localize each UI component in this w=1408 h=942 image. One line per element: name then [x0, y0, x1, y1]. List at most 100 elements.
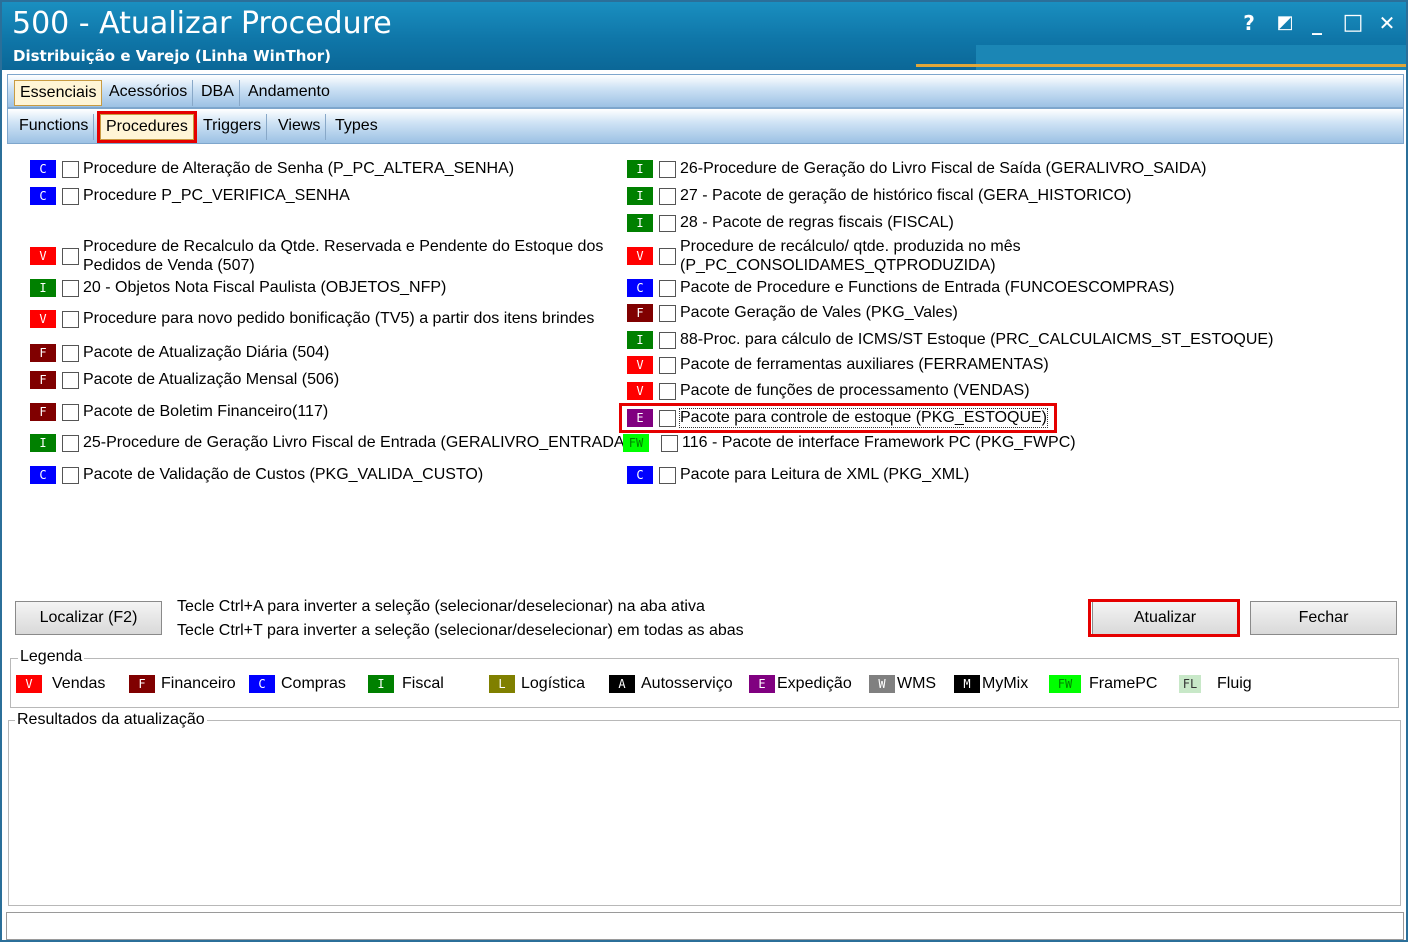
item-label-line2: (P_PC_CONSOLIDAMES_QTPRODUZIDA) — [680, 257, 996, 274]
list-item: C Pacote de Procedure e Functions de Ent… — [627, 277, 1174, 299]
item-checkbox[interactable] — [659, 356, 676, 374]
item-checkbox[interactable] — [659, 214, 676, 232]
item-checkbox[interactable] — [62, 434, 79, 452]
atualizar-button[interactable]: Atualizar — [1092, 601, 1238, 635]
list-item: C Pacote de Validação de Custos (PKG_VAL… — [30, 464, 483, 486]
item-checkbox[interactable] — [62, 247, 79, 265]
tab-triggers[interactable]: Triggers — [198, 114, 268, 140]
tab-dba[interactable]: DBA — [196, 80, 240, 106]
item-checkbox[interactable] — [659, 279, 676, 297]
item-checkbox[interactable] — [659, 382, 676, 400]
item-checkbox[interactable] — [62, 344, 79, 362]
item-label: 25-Procedure de Geração Livro Fiscal de … — [83, 434, 630, 451]
item-checkbox[interactable] — [659, 466, 676, 484]
legend-item: I Fiscal — [368, 674, 444, 694]
item-label: Pacote de Procedure e Functions de Entra… — [680, 279, 1175, 296]
legend-item: C Compras — [249, 674, 346, 694]
list-item: V Procedure de Recalculo da Qtde. Reserv… — [30, 236, 603, 276]
expedicao-badge: E — [749, 675, 775, 693]
list-item: I 27 - Pacote de geração de histórico fi… — [627, 185, 1131, 207]
list-item: V Procedure para novo pedido bonificação… — [30, 308, 594, 330]
compras-badge: C — [30, 160, 56, 178]
tab-essenciais[interactable]: Essenciais — [14, 80, 103, 106]
tab-functions[interactable]: Functions — [14, 114, 95, 140]
legend-label: FramePC — [1089, 675, 1158, 692]
financeiro-badge: F — [30, 403, 56, 421]
item-checkbox[interactable] — [659, 187, 676, 205]
financeiro-badge: F — [129, 675, 155, 693]
legend-item: W WMS — [869, 674, 936, 694]
minimize-icon[interactable]: _ — [1304, 10, 1330, 36]
legend-item: V Vendas — [16, 674, 105, 694]
fluig-badge: FL — [1179, 675, 1201, 693]
item-label: Procedure de recálculo/ qtde. produzida … — [680, 237, 1021, 275]
legend-item: M MyMix — [954, 674, 1028, 694]
item-label: Procedure para novo pedido bonificação (… — [83, 310, 595, 327]
list-item: C Procedure de Alteração de Senha (P_PC_… — [30, 158, 514, 180]
close-icon[interactable]: ✕ — [1374, 10, 1400, 36]
logistica-badge: L — [489, 675, 515, 693]
item-checkbox[interactable] — [661, 434, 678, 452]
item-label: Procedure de Alteração de Senha (P_PC_AL… — [83, 160, 515, 177]
help-icon[interactable]: ? — [1236, 10, 1262, 36]
window-title: 500 - Atualizar Procedure — [12, 6, 392, 41]
fiscal-badge: I — [627, 160, 653, 178]
list-item: I 26-Procedure de Geração do Livro Fisca… — [627, 158, 1206, 180]
item-label: 116 - Pacote de interface Framework PC (… — [682, 434, 1076, 451]
item-label: Procedure de Recalculo da Qtde. Reservad… — [83, 237, 603, 275]
tab-andamento[interactable]: Andamento — [243, 80, 335, 106]
item-label: Pacote Geração de Vales (PKG_Vales) — [680, 304, 958, 321]
list-item: C Pacote para Leitura de XML (PKG_XML) — [627, 464, 969, 486]
item-checkbox[interactable] — [62, 371, 79, 389]
localizar-button[interactable]: Localizar (F2) — [15, 601, 162, 635]
hint-ctrl-t: Tecle Ctrl+T para inverter a seleção (se… — [177, 622, 744, 639]
financeiro-badge: F — [30, 344, 56, 362]
item-checkbox[interactable] — [62, 310, 79, 328]
fiscal-badge: I — [30, 434, 56, 452]
wms-badge: W — [869, 675, 895, 693]
item-checkbox[interactable] — [62, 403, 79, 421]
item-label: Pacote de Boletim Financeiro(117) — [83, 403, 329, 420]
legend-item: F Financeiro — [129, 674, 236, 694]
item-label: 88-Proc. para cálculo de ICMS/ST Estoque… — [680, 331, 1274, 348]
tab-views[interactable]: Views — [273, 114, 327, 140]
list-item: F Pacote de Boletim Financeiro(117) — [30, 401, 328, 423]
item-checkbox[interactable] — [62, 187, 79, 205]
tab-acessorios[interactable]: Acessórios — [104, 80, 194, 106]
restore-icon[interactable]: ◩ — [1272, 10, 1298, 36]
list-item: V Pacote de ferramentas auxiliares (FERR… — [627, 354, 1049, 376]
item-checkbox[interactable] — [659, 331, 676, 349]
title-bar: 500 - Atualizar Procedure Distribuição e… — [2, 2, 1406, 70]
list-item: I 25-Procedure de Geração Livro Fiscal d… — [30, 432, 630, 454]
item-label: Pacote de Atualização Mensal (506) — [83, 371, 340, 388]
tab-types[interactable]: Types — [330, 114, 383, 140]
list-item: F Pacote de Atualização Diária (504) — [30, 342, 329, 364]
item-checkbox[interactable] — [62, 160, 79, 178]
item-checkbox[interactable] — [659, 247, 676, 265]
fechar-button[interactable]: Fechar — [1250, 601, 1397, 635]
item-checkbox[interactable] — [659, 160, 676, 178]
maximize-icon[interactable]: □ — [1340, 10, 1366, 36]
hint-ctrl-a: Tecle Ctrl+A para inverter a seleção (se… — [177, 598, 705, 615]
item-label: 28 - Pacote de regras fiscais (FISCAL) — [680, 214, 954, 231]
item-checkbox[interactable] — [659, 409, 676, 427]
procedures-panel: C Procedure de Alteração de Senha (P_PC_… — [7, 144, 1404, 652]
item-label-line1: Procedure de recálculo/ qtde. produzida … — [680, 238, 1021, 255]
autosservico-badge: A — [609, 675, 635, 693]
item-checkbox[interactable] — [62, 279, 79, 297]
tab-procedures[interactable]: Procedures — [97, 111, 197, 143]
legend-item: L Logística — [489, 674, 585, 694]
legend-item: FW FramePC — [1049, 674, 1157, 694]
legend-item: A Autosserviço — [609, 674, 733, 694]
vendas-badge: V — [627, 356, 653, 374]
item-checkbox[interactable] — [62, 466, 79, 484]
item-checkbox[interactable] — [659, 304, 676, 322]
title-accent-line — [916, 64, 1406, 67]
list-item: F Pacote Geração de Vales (PKG_Vales) — [627, 302, 958, 324]
mymix-badge: M — [954, 675, 980, 693]
vendas-badge: V — [627, 247, 653, 265]
legend-label: Autosserviço — [641, 675, 733, 692]
legend-label: MyMix — [982, 675, 1029, 692]
item-label: Pacote para Leitura de XML (PKG_XML) — [680, 466, 970, 483]
legend-label: Fluig — [1217, 675, 1252, 692]
